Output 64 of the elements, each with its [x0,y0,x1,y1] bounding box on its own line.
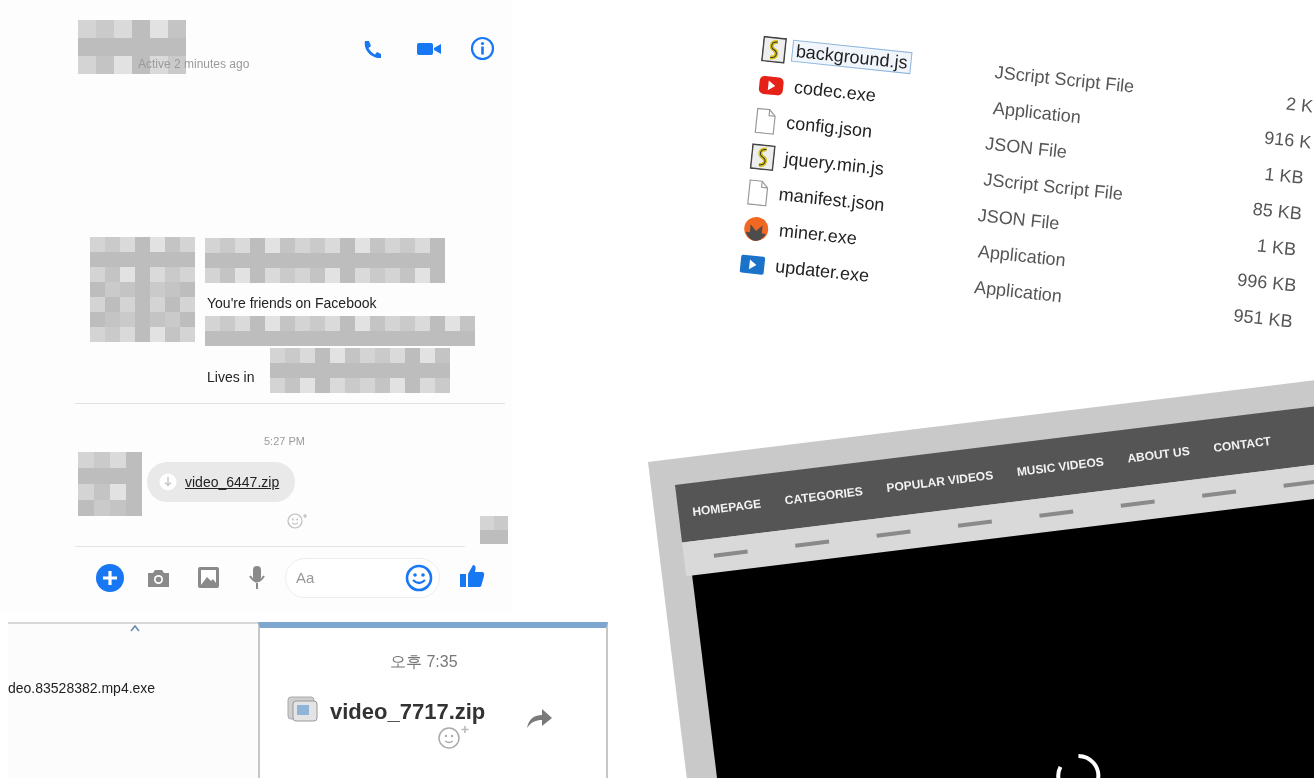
nav-link[interactable]: CATEGORIES [784,484,864,508]
file-name: deo.83528382.mp4.exe [8,679,156,698]
file-name[interactable]: miner.exe [774,218,862,250]
profile-info-text: You're friends on Facebook [207,294,377,313]
nav-link[interactable]: CONTACT [1212,434,1272,455]
document-icon [753,107,778,136]
script-file-icon [749,143,776,172]
file-name[interactable]: background.js [790,39,913,75]
pixelated-redaction [480,516,508,544]
message-timestamp: 오후 7:35 [390,652,458,672]
file-size: 85 KB [1251,198,1303,224]
emoji-icon[interactable] [405,564,433,592]
illegible-label [713,549,748,558]
file-name[interactable]: jquery.min.js [779,147,889,181]
file-type: Application [977,241,1067,271]
file-size: 951 KB [1232,305,1294,332]
attachment-name[interactable]: video_7717.zip [330,695,486,728]
microphone-icon[interactable] [248,565,266,591]
illegible-label [795,539,830,548]
file-icon[interactable] [286,694,320,724]
nav-link[interactable]: MUSIC VIDEOS [1016,454,1105,480]
file-size: 1 KB [1263,163,1305,188]
play-icon [738,253,767,276]
file-size: 916 K [1263,127,1313,153]
file-type: Application [992,98,1082,128]
camera-icon[interactable] [146,567,171,589]
nav-link[interactable]: ABOUT US [1126,443,1191,466]
play-icon [757,74,786,97]
info-icon[interactable] [470,36,495,61]
illegible-label [957,519,993,528]
profile-info-text: Lives in [207,368,255,387]
message-timestamp: 5:27 PM [264,434,305,449]
script-file-icon [760,35,788,64]
file-name[interactable]: manifest.json [773,182,890,217]
file-type: JScript Script File [982,169,1124,204]
file-size: 996 KB [1236,269,1298,296]
image-icon[interactable] [197,566,220,589]
file-size: 1 KB [1256,235,1298,260]
thumbs-up-icon[interactable] [459,563,485,589]
file-type: Application [973,277,1063,307]
reaction-icon[interactable] [438,724,472,750]
illegible-label [1039,509,1074,518]
caret-icon[interactable] [130,625,140,632]
document-icon [745,178,771,207]
nav-link[interactable]: HOMEPAGE [691,496,762,519]
attachment-link[interactable]: video_6447.zip [185,471,280,493]
illegible-label [1120,499,1155,508]
illegible-label [1202,489,1237,498]
file-name[interactable]: config.json [781,111,878,143]
reaction-icon[interactable] [287,512,309,530]
illegible-label [876,529,911,538]
file-type: JSON File [984,133,1068,162]
illegible-label [1283,479,1314,488]
pixelated-redaction [78,452,142,516]
add-icon[interactable] [95,563,125,593]
file-type: JScript Script File [993,62,1136,97]
file-size: 2 K [1285,93,1314,117]
file-name[interactable]: codec.exe [789,75,881,108]
attachment-bubble[interactable]: video_6447.zip [147,462,296,502]
nav-link[interactable]: POPULAR VIDEOS [885,468,994,496]
video-camera-icon[interactable] [416,40,442,58]
coin-icon [741,214,771,244]
file-type: JSON File [976,205,1061,234]
file-name[interactable]: updater.exe [770,254,875,288]
